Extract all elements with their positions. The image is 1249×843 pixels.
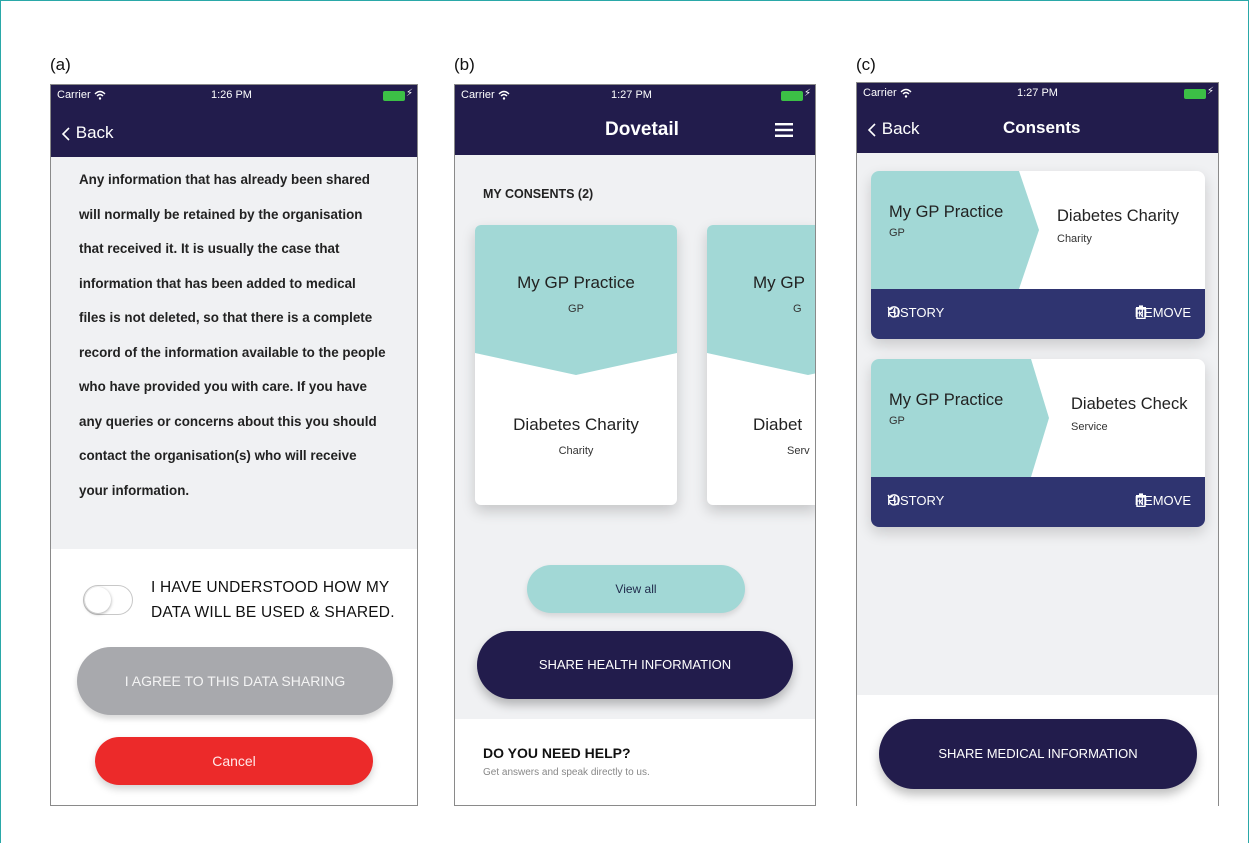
from-org-type: GP [568,303,584,315]
charging-icon: ⚡ [1206,86,1214,97]
panel-label-a: (a) [50,55,71,74]
nav-bar: Back Consents [857,105,1218,153]
card-action-bar: HISTORY REMOVE [871,477,1205,527]
remove-button[interactable]: REMOVE [1135,493,1191,508]
toggle-knob [85,587,111,613]
history-icon [887,306,900,318]
help-subtitle: Get answers and speak directly to us. [483,767,650,778]
info-line: any queries or concerns about this you s… [79,413,377,429]
card-action-bar: HISTORY REMOVE [871,289,1205,339]
info-line: your information. [79,482,190,498]
my-consents-heading: MY CONSENTS (2) [483,187,594,201]
info-line: record of the information available to t… [79,344,386,360]
status-time: 1:27 PM [1017,87,1058,99]
to-org-type: Serv [787,445,810,457]
phone-screen-a: Carrier 1:26 PM ⚡ Back Any information t… [50,84,418,806]
info-line: will normally be retained by the organis… [79,206,363,222]
consent-card[interactable]: My GP Practice GP Diabetes Charity Chari… [475,225,677,505]
status-bar: Carrier 1:27 PM ⚡ [857,83,1218,105]
help-title: DO YOU NEED HELP? [483,745,631,761]
wifi-icon [900,88,912,98]
share-medical-information-button[interactable]: SHARE MEDICAL INFORMATION [879,719,1197,789]
to-org-name: Diabet [753,415,803,434]
status-time: 1:26 PM [211,89,252,101]
history-icon [887,494,900,506]
status-bar: Carrier 1:26 PM ⚡ [51,85,417,107]
page-title: Consents [1003,118,1081,137]
trash-icon [1135,493,1146,507]
consent-card[interactable]: My GP Practice GP Diabetes Check Service… [871,359,1205,527]
nav-bar: Back [51,107,417,157]
from-org-type: GP [889,415,905,427]
to-org-type: Charity [558,445,594,457]
status-time: 1:27 PM [611,89,652,101]
card-teal-chevron [871,359,1049,477]
info-line: files is not deleted, so that there is a… [79,310,373,325]
to-org-name: Diabetes Check [1071,395,1188,413]
share-health-information-button[interactable]: SHARE HEALTH INFORMATION [477,631,793,699]
card-teal-chevron [871,171,1039,289]
app-title: Dovetail [605,119,679,140]
info-line: information that has been added to medic… [79,275,356,291]
from-org-type: G [793,303,802,315]
panel-label-b: (b) [454,55,475,74]
to-org-type: Charity [1057,233,1092,245]
wifi-icon [498,90,510,100]
trash-icon [1135,305,1146,319]
back-button[interactable]: Back [61,123,114,143]
info-line: contact the organisation(s) who will rec… [79,448,357,463]
from-org-name: My GP [753,273,805,292]
from-org-type: GP [889,227,905,239]
info-line: that received it. It is usually the case… [79,241,340,256]
consent-card-partial[interactable]: My GP G Diabet Serv [707,225,815,505]
view-all-button[interactable]: View all [527,565,745,613]
card-teal-chevron [707,225,815,375]
battery-icon [781,91,803,101]
carrier-label: Carrier [57,89,106,101]
help-section[interactable]: DO YOU NEED HELP? Get answers and speak … [455,719,815,805]
phone-screen-c: Carrier 1:27 PM ⚡ Back Consents My GP Pr… [856,82,1219,806]
panel-label-c: (c) [856,55,876,74]
chevron-left-icon [867,122,876,137]
charging-icon: ⚡ [405,88,413,99]
carrier-label: Carrier [863,87,912,99]
history-button[interactable]: HISTORY [887,493,944,508]
hamburger-menu-icon[interactable] [775,123,793,137]
understood-label: I HAVE UNDERSTOOD HOW MY DATA WILL BE US… [151,579,395,621]
to-org-name: Diabetes Charity [1057,207,1179,225]
to-org-name: Diabetes Charity [513,415,639,434]
from-org-name: My GP Practice [889,391,1004,409]
wifi-icon [94,90,106,100]
charging-icon: ⚡ [803,88,811,99]
agree-button[interactable]: I AGREE TO THIS DATA SHARING [77,647,393,715]
back-button[interactable]: Back [867,119,920,139]
remove-button[interactable]: REMOVE [1135,305,1191,320]
understood-toggle[interactable] [83,585,133,615]
chevron-left-icon [61,126,70,141]
battery-icon [383,91,405,101]
consent-action-area: I HAVE UNDERSTOOD HOW MY DATA WILL BE US… [51,549,417,805]
consent-card[interactable]: My GP Practice GP Diabetes Charity Chari… [871,171,1205,339]
phone-screen-b: Carrier 1:27 PM ⚡ Dovetail MY CONSENTS (… [454,84,816,806]
info-line: who have provided you with care. If you … [79,379,367,394]
nav-bar: Dovetail [455,107,815,155]
card-teal-chevron [475,225,677,375]
history-button[interactable]: HISTORY [887,305,944,320]
to-org-type: Service [1071,421,1108,433]
carrier-label: Carrier [461,89,510,101]
battery-icon [1184,89,1206,99]
cancel-button[interactable]: Cancel [95,737,373,785]
info-line: Any information that has already been sh… [79,172,370,187]
status-bar: Carrier 1:27 PM ⚡ [455,85,815,107]
from-org-name: My GP Practice [517,273,635,292]
from-org-name: My GP Practice [889,203,1004,221]
